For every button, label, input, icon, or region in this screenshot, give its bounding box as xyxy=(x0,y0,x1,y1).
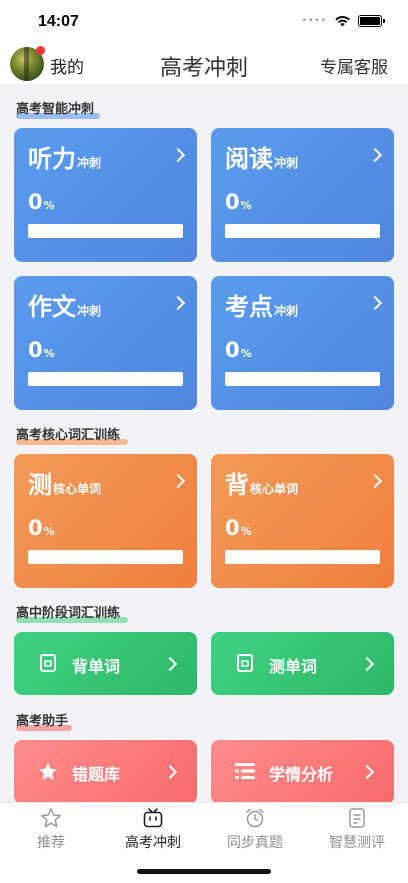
section-title-text: 高考助手 xyxy=(16,714,69,729)
tab-label: 推荐 xyxy=(37,835,65,851)
chevron-right-icon xyxy=(162,656,178,672)
test-words-button[interactable]: 测单词 xyxy=(211,632,394,695)
progress-bar xyxy=(225,224,380,238)
sprint-card-writing[interactable]: 作文冲刺 0% xyxy=(14,276,197,410)
tab-label: 同步真题 xyxy=(227,835,283,851)
customer-service-link[interactable]: 专属客服 xyxy=(320,53,388,78)
card-percent: 0% xyxy=(225,338,252,362)
memorize-words-button[interactable]: 背单词 xyxy=(14,632,197,695)
chevron-right-icon xyxy=(162,764,178,780)
card-title: 测核心单词 xyxy=(28,471,102,499)
vocab-card-test[interactable]: 测核心单词 0% xyxy=(14,454,197,588)
card-percent: 0% xyxy=(28,190,55,214)
section-title-smart-sprint: 高考智能冲刺 xyxy=(16,98,100,119)
star-icon xyxy=(39,763,57,780)
card-percent: 0% xyxy=(28,338,55,362)
card-title: 考点冲刺 xyxy=(225,293,299,321)
book-icon xyxy=(237,654,253,672)
card-percent: 0% xyxy=(28,516,55,540)
chevron-right-icon xyxy=(367,147,383,163)
tab-gaokao-sprint[interactable]: 高考冲刺 xyxy=(102,807,204,852)
vocab-card-memorize[interactable]: 背核心单词 0% xyxy=(211,454,394,588)
signal-icon: •••• xyxy=(301,15,327,26)
list-icon xyxy=(235,763,255,779)
battery-icon xyxy=(358,14,385,27)
chevron-right-icon xyxy=(170,147,186,163)
button-label: 错题库 xyxy=(72,765,121,784)
button-label: 测单词 xyxy=(269,657,318,676)
progress-bar xyxy=(225,372,380,386)
status-icons: •••• xyxy=(301,14,385,27)
learning-analysis-button[interactable]: 学情分析 xyxy=(211,740,394,804)
wifi-icon xyxy=(335,15,350,27)
book-icon xyxy=(40,654,56,672)
progress-bar xyxy=(28,550,183,564)
card-title: 阅读冲刺 xyxy=(225,145,299,173)
alarm-clock-icon xyxy=(246,808,264,828)
section-title-text: 高考智能冲刺 xyxy=(16,102,95,117)
card-percent: 0% xyxy=(225,190,252,214)
progress-bar xyxy=(225,550,380,564)
notification-dot xyxy=(36,46,45,55)
card-percent: 0% xyxy=(225,516,252,540)
sprint-card-test-points[interactable]: 考点冲刺 0% xyxy=(211,276,394,410)
chevron-right-icon xyxy=(367,295,383,311)
tab-sync-exams[interactable]: 同步真题 xyxy=(204,807,306,852)
sprint-card-listening[interactable]: 听力冲刺 0% xyxy=(14,128,197,262)
section-title-assistant: 高考助手 xyxy=(16,710,72,731)
chevron-right-icon xyxy=(359,656,375,672)
card-title: 听力冲刺 xyxy=(28,145,102,173)
tab-label: 智慧测评 xyxy=(329,835,385,851)
card-title: 背核心单词 xyxy=(225,471,299,499)
tv-icon xyxy=(143,808,163,828)
section-title-core-vocab: 高考核心词汇训练 xyxy=(16,424,128,445)
progress-bar xyxy=(28,372,183,386)
status-bar: 14:07 •••• xyxy=(0,0,408,44)
sprint-card-reading[interactable]: 阅读冲刺 0% xyxy=(211,128,394,262)
section-title-text: 高考核心词汇训练 xyxy=(16,428,121,443)
tab-label: 高考冲刺 xyxy=(125,835,181,851)
wrong-questions-button[interactable]: 错题库 xyxy=(14,740,197,804)
card-title: 作文冲刺 xyxy=(28,293,102,321)
tab-recommend[interactable]: 推荐 xyxy=(0,807,102,852)
tab-smart-assessment[interactable]: 智慧测评 xyxy=(306,807,408,852)
section-title-text: 高中阶段词汇训练 xyxy=(16,606,121,621)
chevron-right-icon xyxy=(359,764,375,780)
home-indicator xyxy=(137,869,271,874)
nav-bar: 我的 高考冲刺 专属客服 xyxy=(0,44,408,84)
document-icon xyxy=(349,808,365,828)
chevron-right-icon xyxy=(170,473,186,489)
progress-bar xyxy=(28,224,183,238)
status-time: 14:07 xyxy=(38,13,79,30)
button-label: 背单词 xyxy=(72,657,121,676)
chevron-right-icon xyxy=(367,473,383,489)
star-outline-icon xyxy=(41,808,61,828)
button-label: 学情分析 xyxy=(269,765,334,784)
section-title-stage-vocab: 高中阶段词汇训练 xyxy=(16,602,128,623)
mine-link[interactable]: 我的 xyxy=(50,53,84,78)
chevron-right-icon xyxy=(170,295,186,311)
